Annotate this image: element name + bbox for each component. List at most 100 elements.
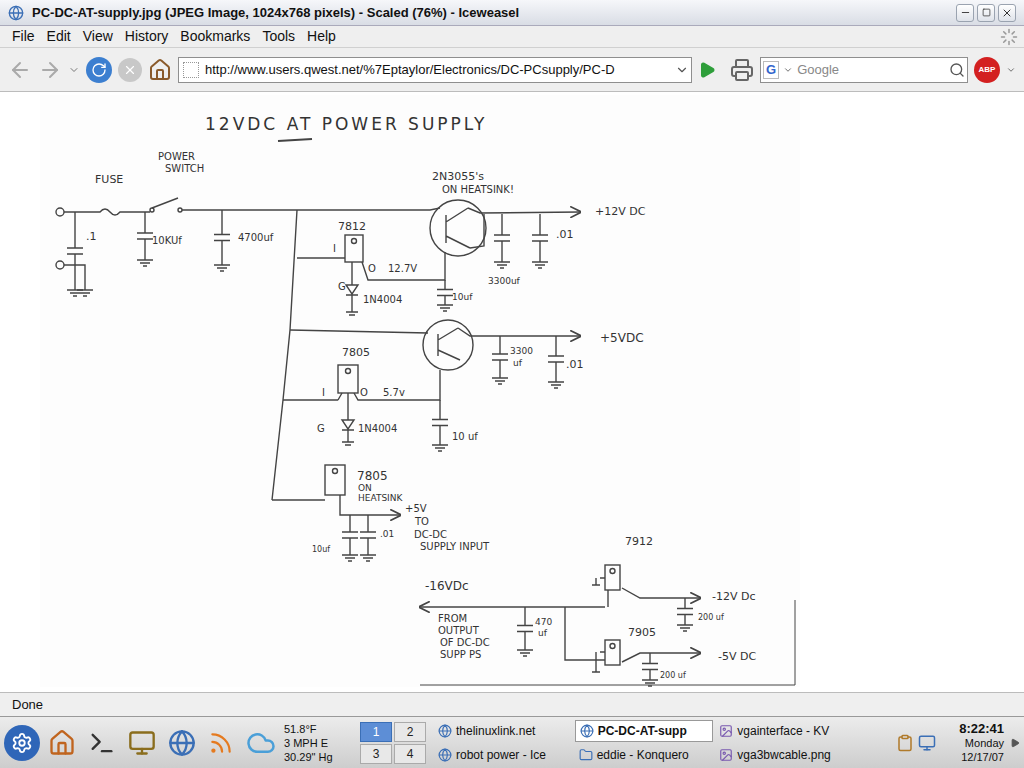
adblock-dropdown-icon[interactable] [1006,65,1016,75]
task-button[interactable]: PC-DC-AT-supp [575,720,714,742]
panel-hide-icon[interactable] [1010,738,1020,748]
schematic-label: 7905 [628,626,656,639]
reload-icon [91,62,107,78]
schematic-label: uf [538,628,548,638]
url-dropdown-icon[interactable] [675,63,689,77]
stop-button[interactable] [118,58,142,82]
capacitor-symbol [67,212,83,296]
menu-item[interactable]: Tools [256,26,301,47]
display-tray-icon[interactable] [918,734,936,752]
regulator-symbol [345,235,363,262]
schematic-label: -12V Dc [712,590,756,603]
search-field[interactable]: GGoogle [760,57,968,83]
home-launcher-icon[interactable] [48,729,76,757]
back-icon[interactable] [8,58,32,82]
maximize-button[interactable] [977,4,995,22]
menu-item[interactable]: File [6,26,41,47]
task-app-icon [719,748,733,762]
task-button[interactable]: vga3bwcable.png [715,744,854,766]
schematic-label: TO [414,516,429,527]
schematic-label: 7805 [357,469,388,483]
schematic-label: 7805 [342,346,370,359]
schematic-label: +5V [405,503,427,514]
page-content: 12VDC AT POWER SUPPLYFUSEPOWERSWITCH2N30… [0,92,1024,692]
pager-desktop[interactable]: 3 [360,744,392,764]
schematic-label: +5VDC [600,331,644,345]
stop-icon [123,63,137,77]
minimize-button[interactable] [956,4,974,22]
schematic-label: FUSE [95,173,123,186]
schematic-label: OUTPUT [438,625,480,636]
schematic-label: POWER [158,151,195,162]
schematic-label: 200 uf [660,671,686,680]
capacitor-symbol [548,336,564,388]
schematic-label: .1 [86,230,97,243]
klipper-tray-icon[interactable] [896,734,914,752]
menu-item[interactable]: History [119,26,175,47]
desktop-pager: 1234 [360,722,426,764]
clock[interactable]: 8:22:41Monday12/17/07 [940,722,1006,764]
schematic-label: 200 uf [698,613,724,622]
schematic-label: 3300uf [488,276,521,286]
capacitor-symbol [532,214,548,268]
app-launcher-icon[interactable] [128,729,156,757]
task-app-icon [438,748,452,762]
navigation-toolbar: http://www.users.qwest.net/%7Eptaylor/El… [0,48,1024,92]
capacitor-symbol [517,607,533,656]
k-menu-button[interactable] [4,725,40,761]
capacitor-symbol [494,214,510,268]
schematic-label: 470 [535,617,552,627]
engine-dropdown-icon[interactable] [783,65,793,75]
capacitor-symbol [677,598,693,631]
task-button[interactable]: robot power - Ice [434,744,573,766]
history-dropdown-icon[interactable] [68,64,80,76]
task-list: thelinuxlink.netPC-DC-AT-suppvgainterfac… [434,720,854,766]
reload-button[interactable] [86,57,112,83]
regulator-symbol [338,365,358,393]
menu-item[interactable]: Help [301,26,342,47]
forward-icon[interactable] [38,58,62,82]
close-button[interactable] [998,4,1016,22]
capacitor-symbol [437,280,453,311]
search-engine-icon[interactable]: G [763,61,779,79]
menu-item[interactable]: View [77,26,119,47]
weather-icon [246,728,276,758]
capacitor-symbol [432,400,448,451]
schematic-label: 5.7v [383,387,405,398]
task-app-icon [719,724,733,738]
task-button[interactable]: thelinuxlink.net [434,720,573,742]
schematic-label: 3300 [510,346,533,356]
capacitor-symbol [342,515,358,561]
task-button[interactable]: eddie - Konquero [575,744,714,766]
url-text: http://www.users.qwest.net/%7Eptaylor/El… [205,60,669,80]
task-app-icon [438,724,452,738]
browser-launcher-icon[interactable] [168,729,196,757]
pager-desktop[interactable]: 1 [360,722,392,742]
pager-desktop[interactable]: 2 [394,722,426,742]
schematic-label: G [338,281,346,292]
menu-item[interactable]: Bookmarks [174,26,256,47]
schematic-label: SUPPLY INPUT [420,541,490,552]
home-icon[interactable] [148,58,172,82]
schematic-label: 7812 [338,220,366,233]
search-icon[interactable] [949,62,965,78]
menu-bar: FileEditViewHistoryBookmarksToolsHelp [0,26,1024,48]
k-menu-icon [11,732,33,754]
task-button[interactable]: vgainterface - KV [715,720,854,742]
menu-item[interactable]: Edit [41,26,77,47]
schematic-label: G [317,423,325,434]
terminal-launcher-icon[interactable] [88,729,116,757]
print-icon[interactable] [730,58,754,82]
schematic-label: 12.7V [388,263,417,274]
schematic-label: 10KUf [152,235,182,246]
schematic-label: uf [513,358,523,368]
pager-desktop[interactable]: 4 [394,744,426,764]
rss-launcher-icon[interactable] [208,730,234,756]
schematic-label: .01 [556,228,574,241]
regulator-symbol [605,565,620,590]
url-field[interactable]: http://www.users.qwest.net/%7Eptaylor/El… [178,57,692,83]
go-icon[interactable] [698,61,716,79]
regulator-symbol [325,465,345,495]
window-title: PC-DC-AT-supply.jpg (JPEG Image, 1024x76… [32,3,948,23]
adblock-button[interactable]: ABP [974,57,1000,83]
